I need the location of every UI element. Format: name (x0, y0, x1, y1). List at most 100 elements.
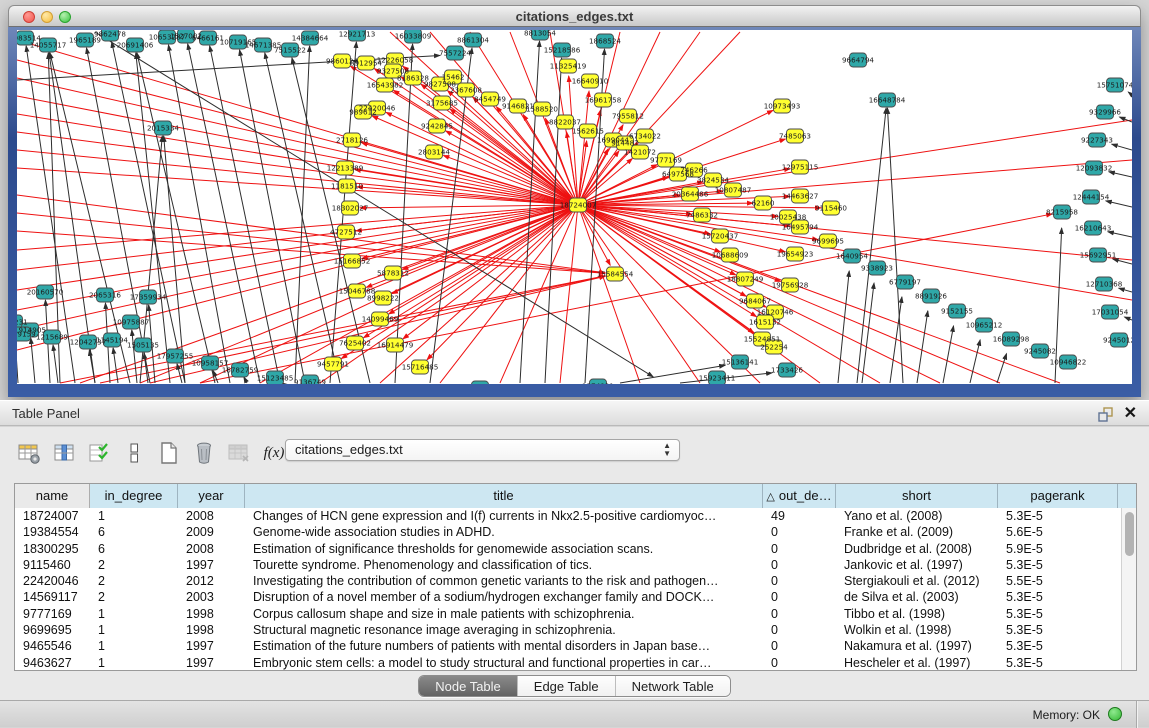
table-settings-button[interactable] (16, 440, 42, 466)
table-cell[interactable]: 0 (763, 589, 836, 605)
table-cell[interactable]: Corpus callosum shape and size in male p… (245, 606, 763, 622)
table-cell[interactable]: 5.3E-5 (998, 589, 1118, 605)
citation-network-graph[interactable]: 1983514140557171965189986247820691406106… (17, 30, 1132, 384)
table-cell[interactable]: de Silva et al. (2003) (836, 589, 998, 605)
close-panel-icon[interactable]: ✕ (1124, 403, 1137, 423)
table-cell[interactable]: 5.3E-5 (998, 508, 1118, 524)
table-row[interactable]: 2242004622012Investigating the contribut… (15, 573, 1121, 589)
scrollbar-thumb[interactable] (1125, 512, 1134, 556)
table-cell[interactable]: 6 (90, 524, 178, 540)
table-cell[interactable]: 9115460 (15, 557, 90, 573)
delete-table-button[interactable] (226, 440, 252, 466)
table-header-row[interactable]: namein_degreeyeartitle△out_de…shortpager… (15, 484, 1136, 508)
table-cell[interactable]: Dudbridge et al. (2008) (836, 541, 998, 557)
table-cell[interactable]: 2 (90, 589, 178, 605)
table-cell[interactable]: Embryonic stem cells: a model to study s… (245, 655, 763, 670)
table-cell[interactable]: 2008 (178, 508, 245, 524)
table-cell[interactable]: Yano et al. (2008) (836, 508, 998, 524)
table-cell[interactable]: 19384554 (15, 524, 90, 540)
column-header-in_degree[interactable]: in_degree (90, 484, 178, 508)
tab-network-table[interactable]: Network Table (615, 676, 730, 696)
table-cell[interactable]: 0 (763, 622, 836, 638)
table-cell[interactable]: Tourette syndrome. Phenomenology and cla… (245, 557, 763, 573)
window-titlebar[interactable]: citations_edges.txt (8, 5, 1141, 27)
table-cell[interactable]: 1 (90, 508, 178, 524)
table-cell[interactable]: 1998 (178, 606, 245, 622)
column-header-title[interactable]: title (245, 484, 763, 508)
table-cell[interactable]: 0 (763, 606, 836, 622)
table-row[interactable]: 1938455462009Genome-wide association stu… (15, 524, 1121, 540)
table-cell[interactable]: Estimation of significance thresholds fo… (245, 541, 763, 557)
table-row[interactable]: 911546021997Tourette syndrome. Phenomeno… (15, 557, 1121, 573)
show-columns-button[interactable] (51, 440, 77, 466)
column-header-name[interactable]: name (15, 484, 90, 508)
table-cell[interactable]: 1997 (178, 655, 245, 670)
table-cell[interactable]: 5.9E-5 (998, 541, 1118, 557)
table-cell[interactable]: 0 (763, 573, 836, 589)
delete-attribute-button[interactable] (191, 440, 217, 466)
table-cell[interactable]: 1997 (178, 638, 245, 654)
table-cell[interactable]: 9777169 (15, 606, 90, 622)
table-cell[interactable]: 1 (90, 622, 178, 638)
network-canvas[interactable]: 1983514140557171965189986247820691406106… (17, 30, 1132, 384)
table-cell[interactable]: Tibbo et al. (1998) (836, 606, 998, 622)
tab-edge-table[interactable]: Edge Table (517, 676, 615, 696)
table-cell[interactable]: 5.3E-5 (998, 622, 1118, 638)
table-cell[interactable]: Investigating the contribution of common… (245, 573, 763, 589)
column-header-out_de[interactable]: △out_de… (763, 484, 836, 508)
table-selector-dropdown[interactable]: citations_edges.txt ▲▼ (285, 439, 680, 461)
table-cell[interactable]: 1998 (178, 622, 245, 638)
table-cell[interactable]: Estimation of the future numbers of pati… (245, 638, 763, 654)
table-cell[interactable]: Disruption of a novel member of a sodium… (245, 589, 763, 605)
table-row[interactable]: 969969511998Structural magnetic resonanc… (15, 622, 1121, 638)
table-cell[interactable]: Franke et al. (2009) (836, 524, 998, 540)
column-header-short[interactable]: short (836, 484, 998, 508)
new-table-button[interactable] (156, 440, 182, 466)
table-cell[interactable]: 5.5E-5 (998, 573, 1118, 589)
function-builder-button[interactable]: f(x) (261, 440, 287, 466)
table-cell[interactable]: 2009 (178, 524, 245, 540)
float-panel-icon[interactable] (1097, 406, 1113, 422)
table-cell[interactable]: 1 (90, 655, 178, 670)
table-body[interactable]: 1872400712008Changes of HCN gene express… (15, 508, 1121, 670)
table-cell[interactable]: 18300295 (15, 541, 90, 557)
table-cell[interactable]: 5.3E-5 (998, 557, 1118, 573)
table-cell[interactable]: 9465546 (15, 638, 90, 654)
tab-node-table[interactable]: Node Table (419, 676, 517, 696)
table-cell[interactable]: 2012 (178, 573, 245, 589)
column-header-pagerank[interactable]: pagerank (998, 484, 1118, 508)
table-cell[interactable]: 49 (763, 508, 836, 524)
table-cell[interactable]: 2 (90, 557, 178, 573)
table-cell[interactable]: 2003 (178, 589, 245, 605)
table-cell[interactable]: 9463627 (15, 655, 90, 670)
table-cell[interactable]: 9699695 (15, 622, 90, 638)
table-cell[interactable]: 22420046 (15, 573, 90, 589)
memory-ok-indicator-icon[interactable] (1108, 707, 1122, 721)
table-cell[interactable]: 2008 (178, 541, 245, 557)
table-cell[interactable]: 0 (763, 655, 836, 670)
table-cell[interactable]: Genome-wide association studies in ADHD. (245, 524, 763, 540)
table-row[interactable]: 1456911722003Disruption of a novel membe… (15, 589, 1121, 605)
table-cell[interactable]: Stergiakouli et al. (2012) (836, 573, 998, 589)
table-cell[interactable]: 18724007 (15, 508, 90, 524)
select-columns-button[interactable] (86, 440, 112, 466)
table-row[interactable]: 977716911998Corpus callosum shape and si… (15, 606, 1121, 622)
table-row[interactable]: 1872400712008Changes of HCN gene express… (15, 508, 1121, 524)
vertical-scrollbar[interactable] (1121, 508, 1136, 670)
table-cell[interactable]: 1 (90, 638, 178, 654)
table-cell[interactable]: 6 (90, 541, 178, 557)
table-cell[interactable]: 1 (90, 606, 178, 622)
table-cell[interactable]: 0 (763, 557, 836, 573)
table-cell[interactable]: Jankovic et al. (1997) (836, 557, 998, 573)
table-cell[interactable]: 5.3E-5 (998, 638, 1118, 654)
toggle-rows-button[interactable] (121, 440, 147, 466)
table-cell[interactable]: 5.3E-5 (998, 655, 1118, 670)
table-cell[interactable]: 14569117 (15, 589, 90, 605)
column-header-year[interactable]: year (178, 484, 245, 508)
table-row[interactable]: 946554611997Estimation of the future num… (15, 638, 1121, 654)
table-cell[interactable]: Wolkin et al. (1998) (836, 622, 998, 638)
table-row[interactable]: 1830029562008Estimation of significance … (15, 541, 1121, 557)
table-cell[interactable]: 1997 (178, 557, 245, 573)
table-cell[interactable]: 5.3E-5 (998, 606, 1118, 622)
table-cell[interactable]: Hescheler et al. (1997) (836, 655, 998, 670)
